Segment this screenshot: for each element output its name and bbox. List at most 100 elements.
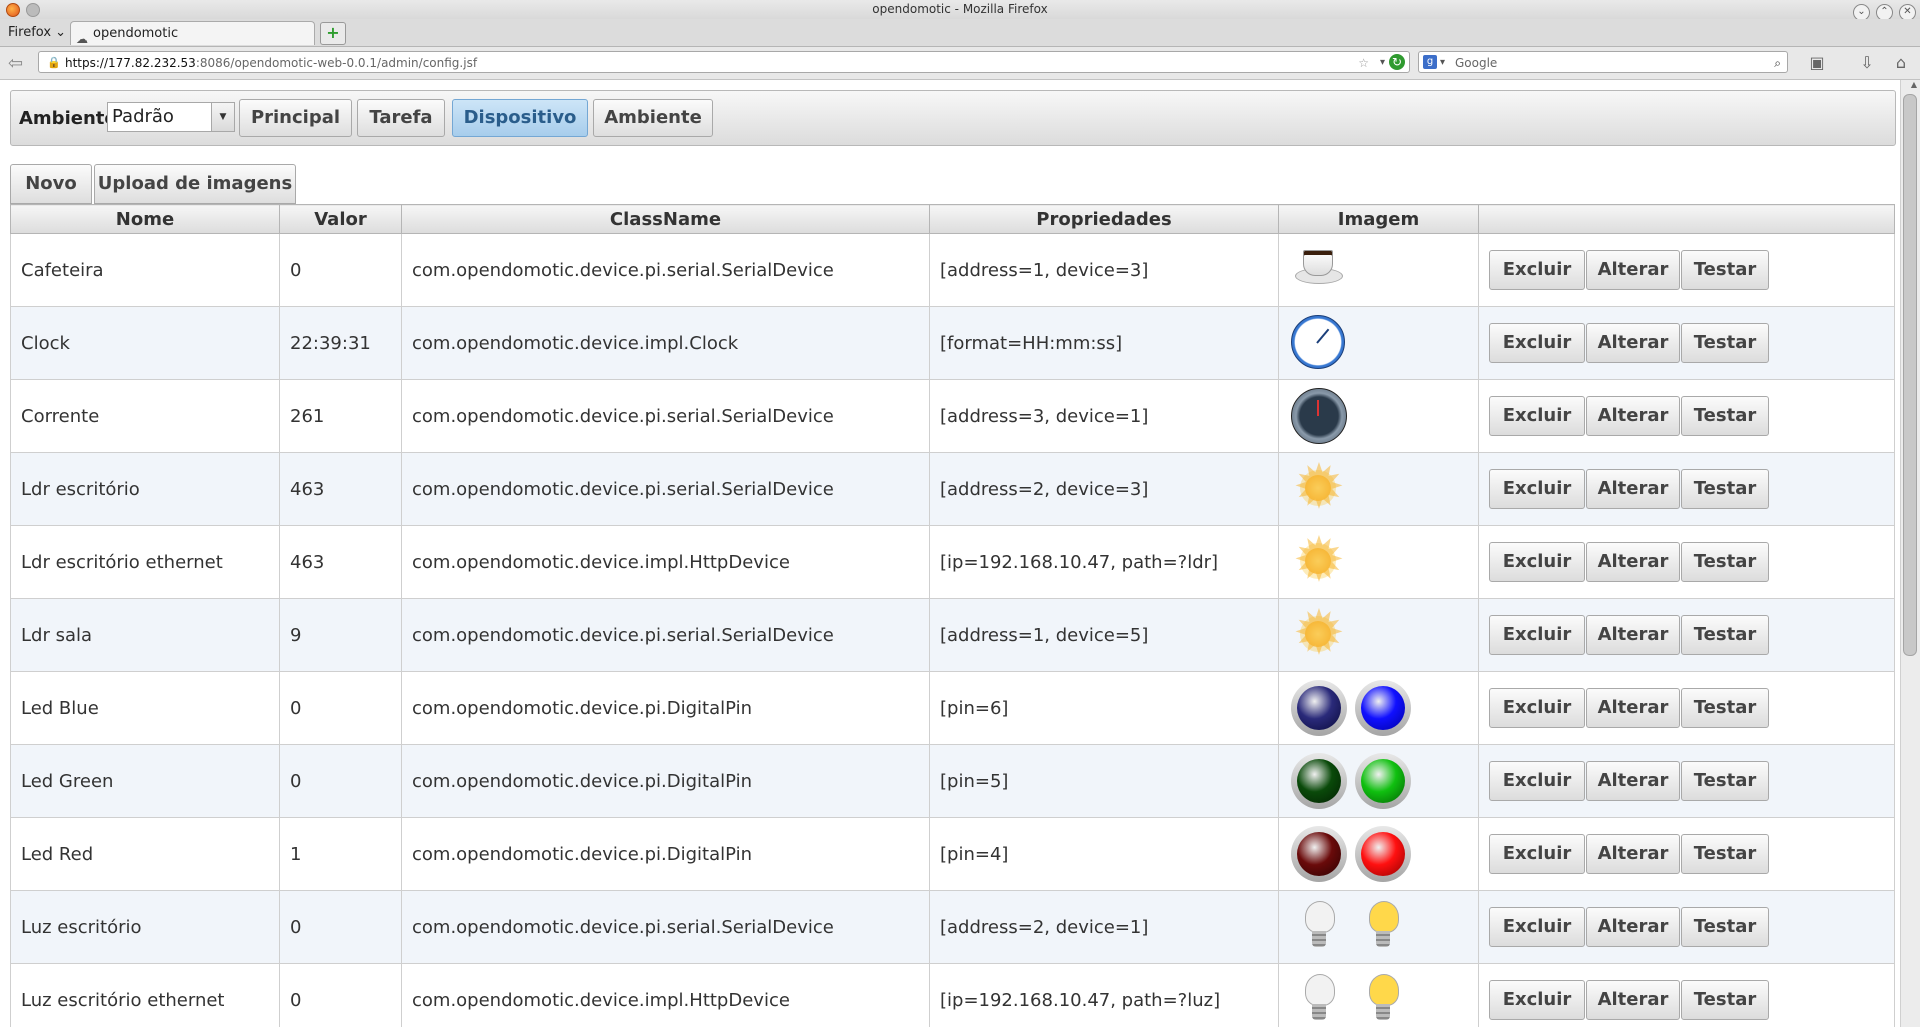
cell-valor: 22:39:31 <box>279 306 402 380</box>
header-imagem[interactable]: Imagem <box>1278 204 1479 234</box>
testar-button[interactable]: Testar <box>1681 907 1769 947</box>
testar-button[interactable]: Testar <box>1681 834 1769 874</box>
sun-icon <box>1289 454 1349 524</box>
excluir-button[interactable]: Excluir <box>1489 688 1585 728</box>
alterar-button[interactable]: Alterar <box>1586 907 1680 947</box>
testar-button[interactable]: Testar <box>1681 688 1769 728</box>
window-title: opendomotic - Mozilla Firefox <box>872 2 1048 16</box>
testar-button[interactable]: Testar <box>1681 323 1769 363</box>
cell-nome: Luz escritório <box>10 890 280 964</box>
table-row[interactable]: Cafeteira 0 com.opendomotic.device.pi.seri… <box>10 233 1895 307</box>
browser-tab[interactable]: ☁ opendomotic <box>70 21 315 46</box>
google-engine-icon[interactable]: g <box>1423 55 1437 69</box>
header-valor[interactable]: Valor <box>279 204 402 234</box>
excluir-button[interactable]: Excluir <box>1489 542 1585 582</box>
table-row[interactable]: Ldr escritório ethernet 463 com.opendomoti… <box>10 525 1895 599</box>
cell-valor: 0 <box>279 233 402 307</box>
search-bar[interactable]: g ▾ Google ⌕ <box>1418 51 1788 73</box>
chevron-down-icon[interactable]: ▼ <box>211 103 234 131</box>
engine-dropdown-icon[interactable]: ▾ <box>1440 52 1445 74</box>
alterar-button[interactable]: Alterar <box>1586 688 1680 728</box>
alterar-button[interactable]: Alterar <box>1586 542 1680 582</box>
table-row[interactable]: Led Green 0 com.opendomotic.device.pi.Digi… <box>10 744 1895 818</box>
excluir-button[interactable]: Excluir <box>1489 980 1585 1020</box>
table-row[interactable]: Luz escritório ethernet 0 com.opendomotic.… <box>10 963 1895 1027</box>
testar-button[interactable]: Testar <box>1681 615 1769 655</box>
excluir-button[interactable]: Excluir <box>1489 396 1585 436</box>
alterar-button[interactable]: Alterar <box>1586 834 1680 874</box>
vertical-scrollbar[interactable]: ▲ <box>1900 80 1920 1027</box>
firefox-menu-button[interactable]: Firefox ⌄ <box>8 25 66 40</box>
alterar-button[interactable]: Alterar <box>1586 323 1680 363</box>
history-dropdown-icon[interactable]: ▾ <box>1380 52 1385 74</box>
excluir-button[interactable]: Excluir <box>1489 907 1585 947</box>
testar-button[interactable]: Testar <box>1681 396 1769 436</box>
cell-imagem <box>1278 744 1479 818</box>
bookmarks-icon[interactable]: ▣ <box>1806 53 1828 73</box>
testar-button[interactable]: Testar <box>1681 469 1769 509</box>
testar-button[interactable]: Testar <box>1681 542 1769 582</box>
table-row[interactable]: Led Red 1 com.opendomotic.device.pi.Digita… <box>10 817 1895 891</box>
alterar-button[interactable]: Alterar <box>1586 469 1680 509</box>
new-tab-button[interactable]: + <box>320 22 346 45</box>
header-nome[interactable]: Nome <box>10 204 280 234</box>
ambiente-label: Ambiente <box>19 108 117 129</box>
table-row[interactable]: Ldr sala 9 com.opendomotic.device.pi.seria… <box>10 598 1895 672</box>
gauge-icon <box>1289 386 1349 446</box>
novo-button[interactable]: Novo <box>10 164 92 204</box>
back-arrow-icon[interactable]: ⇦ <box>8 53 23 74</box>
alterar-button[interactable]: Alterar <box>1586 396 1680 436</box>
table-row[interactable]: Luz escritório 0 com.opendomotic.device.pi… <box>10 890 1895 964</box>
principal-button[interactable]: Principal <box>239 99 352 137</box>
cell-actions: Excluir Alterar Testar <box>1478 306 1895 380</box>
cell-valor: 0 <box>279 671 402 745</box>
table-row[interactable]: Ldr escritório 463 com.opendomotic.device.… <box>10 452 1895 526</box>
cell-actions: Excluir Alterar Testar <box>1478 890 1895 964</box>
scrollbar-thumb[interactable] <box>1903 94 1917 656</box>
reload-icon[interactable]: ↻ <box>1389 54 1405 70</box>
cell-propriedades: [address=2, device=1] <box>929 890 1279 964</box>
dispositivo-button[interactable]: Dispositivo <box>452 99 588 137</box>
excluir-button[interactable]: Excluir <box>1489 250 1585 290</box>
alterar-button[interactable]: Alterar <box>1586 250 1680 290</box>
alterar-button[interactable]: Alterar <box>1586 615 1680 655</box>
tab-bar: Firefox ⌄ ☁ opendomotic + <box>0 19 1920 47</box>
binoculars-icon[interactable]: ⌕ <box>1774 52 1781 74</box>
cell-nome: Corrente <box>10 379 280 453</box>
alterar-button[interactable]: Alterar <box>1586 761 1680 801</box>
url-bar[interactable]: 🔒 https://177.82.232.53:8086/opendomotic… <box>38 51 1410 73</box>
excluir-button[interactable]: Excluir <box>1489 323 1585 363</box>
scroll-up-icon[interactable]: ▲ <box>1911 80 1917 89</box>
header-propriedades[interactable]: Propriedades <box>929 204 1279 234</box>
alterar-button[interactable]: Alterar <box>1586 980 1680 1020</box>
download-icon[interactable]: ⇩ <box>1856 53 1878 73</box>
excluir-button[interactable]: Excluir <box>1489 469 1585 509</box>
tarefa-button[interactable]: Tarefa <box>357 99 445 137</box>
upload-images-button[interactable]: Upload de imagens <box>94 164 296 204</box>
table-row[interactable]: Led Blue 0 com.opendomotic.device.pi.Digit… <box>10 671 1895 745</box>
testar-button[interactable]: Testar <box>1681 250 1769 290</box>
excluir-button[interactable]: Excluir <box>1489 834 1585 874</box>
lock-icon[interactable]: 🔒 <box>47 52 61 74</box>
bookmark-star-icon[interactable]: ☆ <box>1358 52 1369 74</box>
testar-button[interactable]: Testar <box>1681 980 1769 1020</box>
testar-button[interactable]: Testar <box>1681 761 1769 801</box>
led-green-on-icon <box>1353 751 1413 811</box>
cell-nome: Luz escritório ethernet <box>10 963 280 1027</box>
table-row[interactable]: Corrente 261 com.opendomotic.device.pi.ser… <box>10 379 1895 453</box>
device-images <box>1289 897 1417 957</box>
bulb-off-icon <box>1289 897 1349 957</box>
table-row[interactable]: Clock 22:39:31 com.opendomotic.device.impl… <box>10 306 1895 380</box>
ambiente-select[interactable]: Padrão ▼ <box>107 102 235 132</box>
cell-classname: com.opendomotic.device.pi.serial.SerialD… <box>401 233 930 307</box>
header-classname[interactable]: ClassName <box>401 204 930 234</box>
cell-valor: 463 <box>279 452 402 526</box>
excluir-button[interactable]: Excluir <box>1489 761 1585 801</box>
ambiente-button[interactable]: Ambiente <box>593 99 713 137</box>
device-images <box>1289 313 1353 373</box>
device-images <box>1289 527 1353 597</box>
coffee-cup-icon <box>1289 240 1349 300</box>
home-icon[interactable]: ⌂ <box>1890 53 1912 73</box>
device-images <box>1289 386 1353 446</box>
excluir-button[interactable]: Excluir <box>1489 615 1585 655</box>
